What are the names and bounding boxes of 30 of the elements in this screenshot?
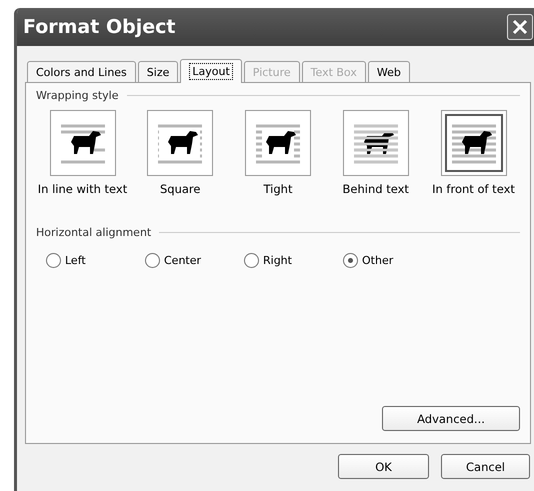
radio-button[interactable] — [145, 253, 160, 268]
radio-button[interactable] — [343, 253, 358, 268]
wrapping-style-option[interactable] — [50, 110, 116, 176]
tab[interactable]: Web — [368, 61, 410, 82]
wrapping-style-option[interactable] — [342, 110, 409, 176]
window-title: Format Object — [23, 16, 176, 38]
group-heading: Horizontal alignment — [36, 226, 152, 239]
radio-label: Right — [263, 254, 292, 267]
radio-label: Center — [164, 254, 202, 267]
tab[interactable]: Size — [138, 61, 178, 82]
option-label: In front of text — [432, 182, 515, 196]
option-label: In line with text — [38, 182, 128, 196]
tab[interactable]: Colors and Lines — [27, 61, 136, 82]
wrapping-style-option[interactable] — [440, 110, 506, 176]
option-label: Square — [160, 182, 200, 196]
close-icon — [510, 17, 530, 37]
option-label: Behind text — [342, 182, 409, 196]
close-button[interactable] — [507, 14, 533, 40]
radio-label: Other — [362, 254, 394, 267]
advanced-button[interactable]: Advanced... — [382, 406, 520, 431]
tab[interactable]: Layout — [180, 59, 242, 83]
radio-button[interactable] — [244, 253, 259, 268]
dialog-button[interactable]: OK — [338, 454, 429, 479]
radio-label: Left — [65, 254, 86, 267]
wrapping-style-option[interactable] — [147, 110, 214, 176]
radio-button[interactable] — [46, 253, 61, 268]
dialog-button[interactable]: Cancel — [441, 454, 530, 479]
option-label: Tight — [264, 182, 292, 196]
wrapping-style-option[interactable] — [245, 110, 311, 176]
group-heading: Wrapping style — [36, 89, 118, 102]
